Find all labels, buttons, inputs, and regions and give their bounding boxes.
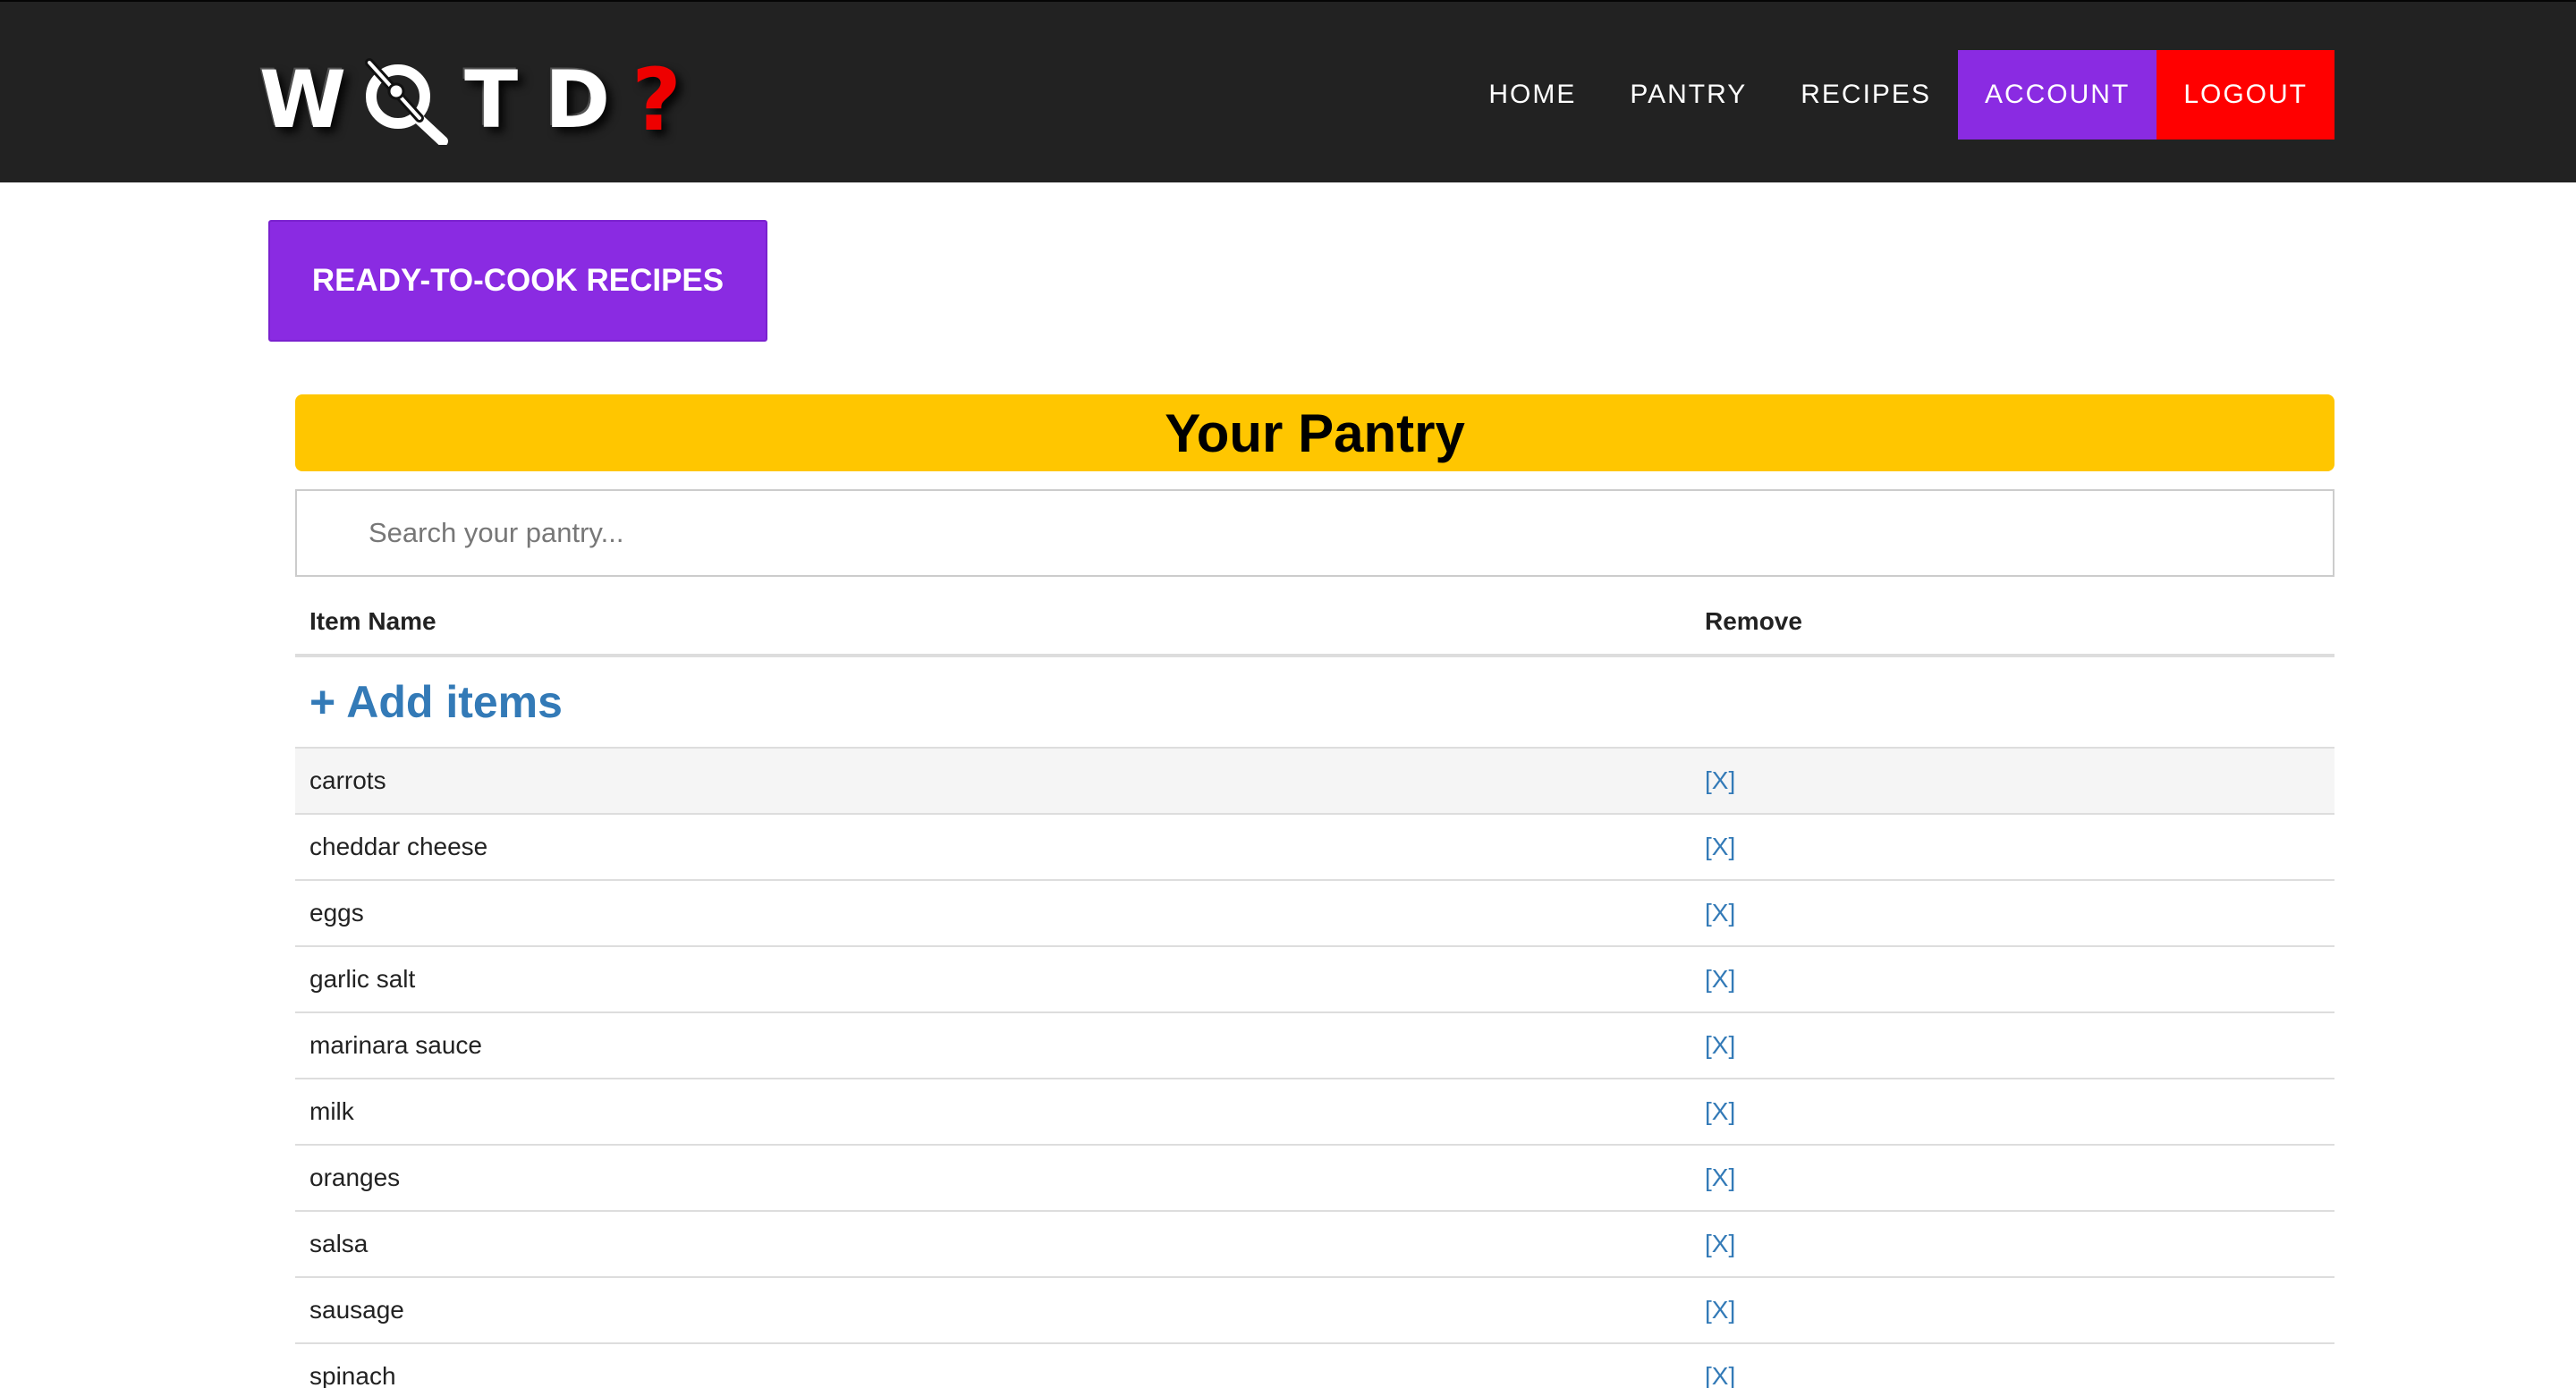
add-items-link[interactable]: + Add items <box>309 676 563 728</box>
remove-item-link[interactable]: [X] <box>1705 1164 1735 1191</box>
site-logo[interactable]: W T D ? <box>259 54 682 147</box>
remove-cell: [X] <box>1705 766 2334 795</box>
table-row: oranges [X] <box>295 1146 2334 1212</box>
search-box <box>295 489 2334 577</box>
item-name: cheddar cheese <box>309 833 488 860</box>
whisk-magnifier-icon <box>353 55 452 147</box>
nav-recipes[interactable]: RECIPES <box>1774 50 1958 140</box>
item-name: spinach <box>309 1362 396 1388</box>
column-header-item-name: Item Name <box>309 607 436 635</box>
page-title: Your Pantry <box>295 394 2334 471</box>
remove-item-link[interactable]: [X] <box>1705 1031 1735 1059</box>
item-name: oranges <box>309 1164 401 1191</box>
remove-cell: [X] <box>1705 833 2334 861</box>
remove-item-link[interactable]: [X] <box>1705 965 1735 993</box>
remove-item-link[interactable]: [X] <box>1705 833 1735 860</box>
nav-home[interactable]: HOME <box>1462 50 1603 140</box>
remove-item-link[interactable]: [X] <box>1705 1230 1735 1257</box>
logo-letter-d: D <box>545 54 611 146</box>
item-name: marinara sauce <box>309 1031 482 1059</box>
table-row: salsa [X] <box>295 1212 2334 1278</box>
logo-letter-w: W <box>259 54 347 146</box>
remove-item-link[interactable]: [X] <box>1705 766 1735 794</box>
item-name: carrots <box>309 766 386 794</box>
item-name: salsa <box>309 1230 369 1257</box>
item-name: milk <box>309 1097 354 1125</box>
remove-cell: [X] <box>1705 1164 2334 1192</box>
remove-cell: [X] <box>1705 899 2334 927</box>
table-row: milk [X] <box>295 1079 2334 1146</box>
remove-cell: [X] <box>1705 1296 2334 1325</box>
item-name: garlic salt <box>309 965 416 993</box>
pantry-table: Item Name Remove + Add items carrots [X] c… <box>295 589 2334 1388</box>
remove-item-link[interactable]: [X] <box>1705 1362 1735 1388</box>
table-row: marinara sauce [X] <box>295 1013 2334 1079</box>
nav-pantry[interactable]: PANTRY <box>1603 50 1774 140</box>
remove-item-link[interactable]: [X] <box>1705 1097 1735 1125</box>
table-row: garlic salt [X] <box>295 947 2334 1013</box>
remove-cell: [X] <box>1705 1097 2334 1126</box>
table-row: spinach [X] <box>295 1344 2334 1388</box>
item-name: sausage <box>309 1296 404 1324</box>
table-row: sausage [X] <box>295 1278 2334 1344</box>
pantry-rows: carrots [X] cheddar cheese [X] eggs [X] garlic… <box>295 749 2334 1388</box>
column-header-remove: Remove <box>1705 607 1802 635</box>
table-row: cheddar cheese [X] <box>295 815 2334 881</box>
remove-item-link[interactable]: [X] <box>1705 899 1735 927</box>
remove-cell: [X] <box>1705 965 2334 994</box>
add-items-row: + Add items <box>295 657 2334 749</box>
item-name: eggs <box>309 899 364 927</box>
remove-cell: [X] <box>1705 1031 2334 1060</box>
nav-logout[interactable]: LOGOUT <box>2157 50 2334 140</box>
remove-cell: [X] <box>1705 1362 2334 1388</box>
logo-letter-t: T <box>464 54 519 146</box>
table-header: Item Name Remove <box>295 589 2334 657</box>
navbar: W T D ? HOME PANTRY RECIPES ACCOUNT LOGO… <box>0 0 2576 182</box>
logo-question-mark: ? <box>631 50 682 150</box>
remove-cell: [X] <box>1705 1230 2334 1258</box>
ready-to-cook-button[interactable]: READY-TO-COOK RECIPES <box>268 220 767 342</box>
main-nav: HOME PANTRY RECIPES ACCOUNT LOGOUT <box>1462 50 2334 140</box>
remove-item-link[interactable]: [X] <box>1705 1296 1735 1324</box>
pantry-section: Your Pantry Item Name Remove + Add items… <box>295 394 2334 1388</box>
table-row: eggs [X] <box>295 881 2334 947</box>
nav-account[interactable]: ACCOUNT <box>1957 50 2157 140</box>
search-input[interactable] <box>369 497 2333 569</box>
table-row: carrots [X] <box>295 749 2334 815</box>
